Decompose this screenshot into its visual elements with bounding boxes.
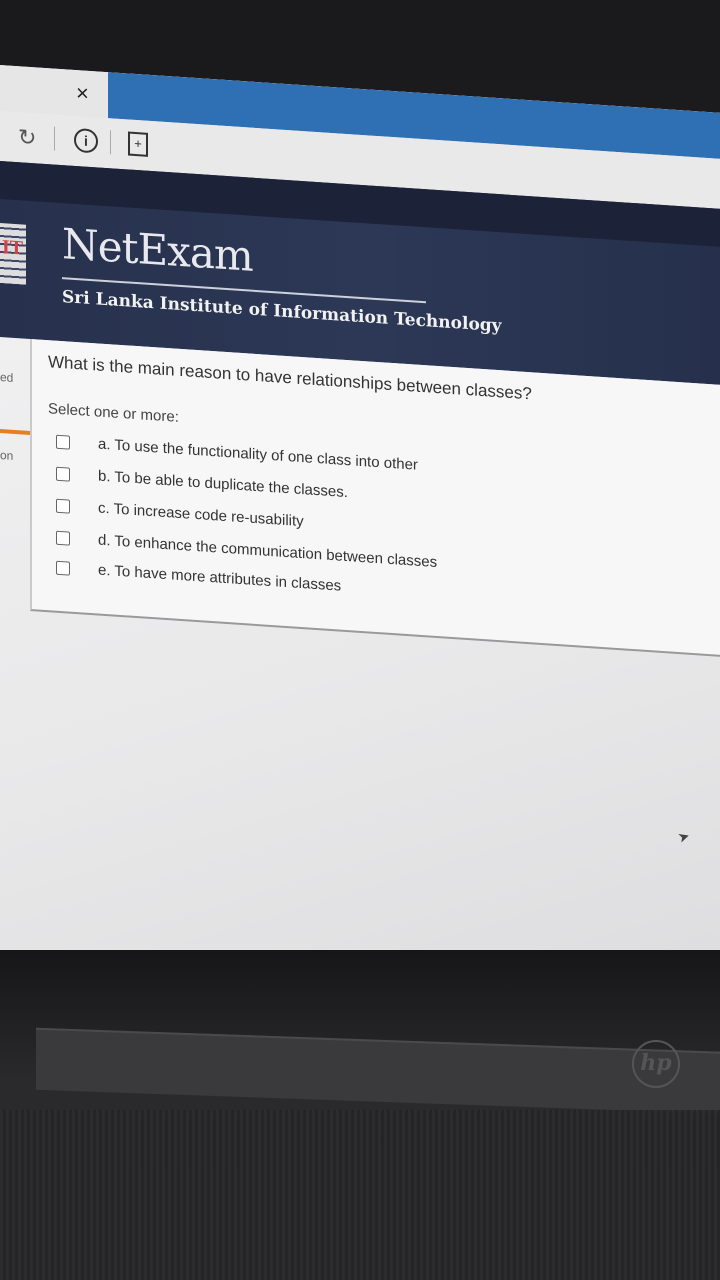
page-icon[interactable]: + bbox=[128, 131, 148, 157]
option-checkbox[interactable] bbox=[56, 466, 70, 482]
side-label: on bbox=[0, 448, 14, 463]
option-checkbox[interactable] bbox=[56, 530, 70, 546]
option-label[interactable]: e. To have more attributes in classes bbox=[98, 562, 341, 595]
institute-name: Sri Lanka Institute of Information Techn… bbox=[62, 287, 502, 337]
side-label: ed bbox=[0, 370, 14, 385]
option-checkbox[interactable] bbox=[56, 498, 70, 514]
option-label[interactable]: c. To increase code re-usability bbox=[98, 500, 304, 531]
option-checkbox[interactable] bbox=[56, 434, 70, 450]
select-prompt: Select one or more: bbox=[48, 400, 179, 426]
browser-tab[interactable]: × bbox=[0, 65, 108, 119]
info-icon[interactable]: i bbox=[74, 127, 98, 154]
option-label[interactable]: a. To use the functionality of one class… bbox=[98, 436, 418, 474]
monitor-bezel-top bbox=[0, 0, 720, 80]
close-icon[interactable]: × bbox=[76, 80, 89, 107]
reload-icon[interactable]: ↻ bbox=[18, 124, 36, 151]
toolbar-divider bbox=[54, 126, 55, 151]
logo-letters: IT bbox=[2, 236, 24, 260]
hp-logo-icon: hp bbox=[632, 1040, 680, 1088]
speaker-grille bbox=[0, 1110, 720, 1280]
toolbar-divider bbox=[110, 130, 111, 155]
screen: × ↻ i + IT NetExam Sri Lanka Institute o… bbox=[0, 65, 720, 1019]
question-card: What is the main reason to have relation… bbox=[30, 338, 720, 658]
brand-title[interactable]: NetExam bbox=[62, 219, 253, 281]
mouse-cursor-icon: ➤ bbox=[675, 827, 692, 846]
option-checkbox[interactable] bbox=[56, 560, 70, 576]
option-label[interactable]: b. To be able to duplicate the classes. bbox=[98, 468, 348, 502]
